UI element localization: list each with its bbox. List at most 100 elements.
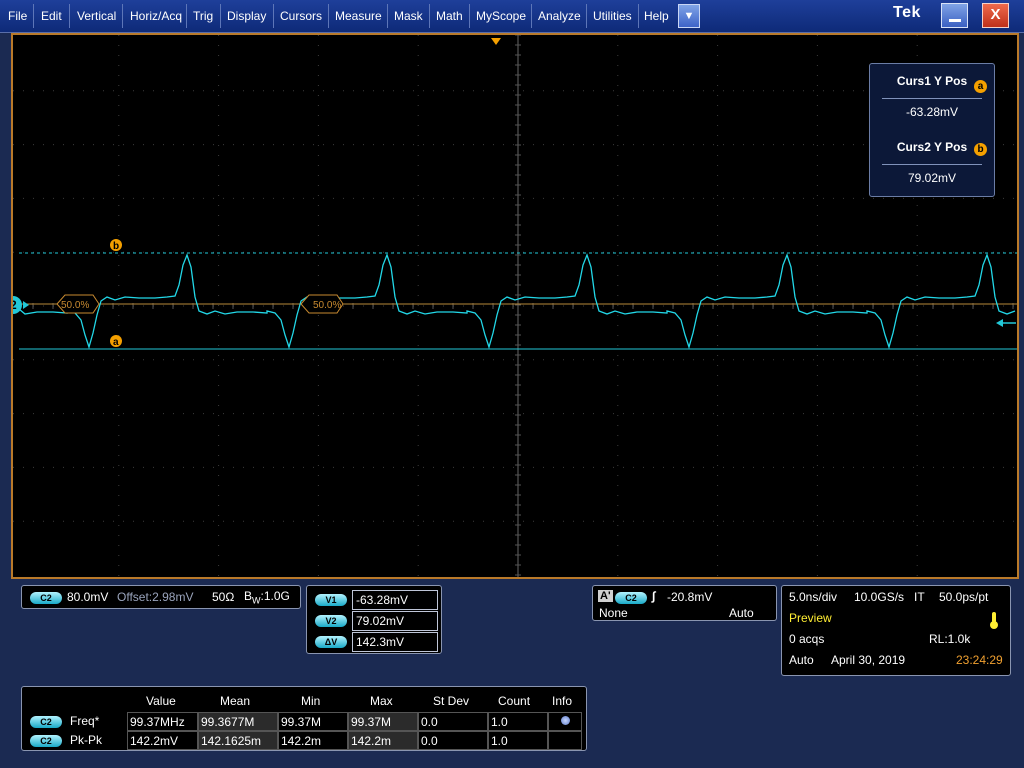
trigger-mode: Auto — [729, 606, 754, 620]
meas-freq-mean: 99.3677M — [198, 712, 278, 731]
meas-freq-info[interactable] — [548, 712, 582, 731]
header-value: Value — [146, 694, 176, 708]
meas-freq-min: 99.37M — [278, 712, 348, 731]
meas-freq-max: 99.37M — [348, 712, 418, 731]
menu-separator — [429, 4, 430, 28]
menu-mask[interactable]: Mask — [389, 0, 428, 32]
channel2-arrow-icon — [23, 301, 29, 309]
timebase[interactable]: 5.0ns/div — [789, 590, 837, 604]
curs2-divider — [882, 164, 982, 165]
trigger-a-label: A' — [598, 590, 613, 602]
bandwidth-value: :1.0G — [260, 589, 290, 603]
channel2-marker-label: 2 — [13, 298, 17, 312]
curs2-value: 79.02mV — [907, 171, 957, 185]
resolution: 50.0ps/pt — [939, 590, 989, 604]
meas-pkpk-value: 142.2mV — [127, 731, 198, 750]
channel-impedance[interactable]: 50Ω — [212, 590, 234, 604]
curs1-value: -63.28mV — [905, 105, 959, 119]
tek-logo: Tek — [893, 4, 921, 21]
meas-row-name[interactable]: Pk-Pk — [70, 733, 102, 747]
measurements-panel[interactable]: Value Mean Min Max St Dev Count Info C2 … — [21, 686, 587, 751]
menu-dropdown-button[interactable]: ▼ — [678, 4, 700, 28]
menu-utilities[interactable]: Utilities — [588, 0, 637, 32]
ref-level-tag-2-label: 50.0% — [313, 300, 341, 311]
chevron-down-icon: ▼ — [683, 10, 695, 22]
trigger-coupling: None — [599, 606, 628, 620]
menu-file[interactable]: File — [3, 0, 32, 32]
cursor-panel[interactable]: V1 -63.28mV V2 79.02mV ΔV 142.3mV — [306, 585, 442, 654]
curs2-badge: b — [974, 143, 987, 156]
menu-math[interactable]: Math — [431, 0, 468, 32]
trigger-level-arrow-icon[interactable] — [996, 319, 1003, 327]
cursor-b-badge-label: b — [113, 241, 119, 252]
bandwidth-sub: W — [252, 595, 261, 606]
meas-freq-value: 99.37MHz — [127, 712, 198, 731]
header-count: Count — [498, 694, 531, 708]
channel2-waveform — [18, 253, 1016, 350]
channel-offset[interactable]: Offset:2.98mV — [117, 590, 193, 604]
record-length[interactable]: RL:1.0k — [929, 632, 970, 646]
menu-separator — [469, 4, 470, 28]
time: 23:24:29 — [956, 653, 1003, 667]
meas-row-name[interactable]: Freq* — [70, 714, 99, 728]
acq-count: 0 acqs — [789, 632, 825, 646]
date: April 30, 2019 — [831, 653, 906, 667]
menu-separator — [186, 4, 187, 28]
graticule: 2 50.0% 50.0% b a — [13, 35, 1017, 577]
v1-badge: V1 — [315, 594, 347, 606]
meas-pkpk-min: 142.2m — [278, 731, 348, 750]
header-mean: Mean — [220, 694, 251, 708]
menu-separator — [586, 4, 587, 28]
menu-help[interactable]: Help — [639, 0, 674, 32]
menu-horiz-acq[interactable]: Horiz/Acq — [125, 0, 187, 32]
menu-separator — [220, 4, 221, 28]
trigger-panel[interactable]: A' C2 ∫ -20.8mV None Auto — [592, 585, 777, 621]
menu-separator — [328, 4, 329, 28]
header-info: Info — [552, 694, 573, 708]
acq-state: Preview — [789, 611, 832, 625]
menu-myscope[interactable]: MyScope — [471, 0, 531, 32]
waveform-display[interactable]: 2 50.0% 50.0% b a — [11, 33, 1019, 579]
channel-badge[interactable]: C2 — [30, 592, 62, 604]
menu-measure[interactable]: Measure — [330, 0, 387, 32]
close-button[interactable]: X — [982, 3, 1009, 28]
v1-value: -63.28mV — [352, 590, 438, 610]
rising-edge-icon: ∫ — [652, 589, 656, 603]
header-max: Max — [370, 694, 393, 708]
delta-v-badge: ΔV — [315, 636, 347, 648]
header-min: Min — [301, 694, 321, 708]
menu-separator — [69, 4, 70, 28]
minimize-button[interactable] — [941, 3, 968, 28]
channel-scale[interactable]: 80.0mV — [67, 590, 108, 604]
acq-mode: IT — [914, 590, 925, 604]
channel-panel[interactable]: C2 80.0mV Offset:2.98mV 50Ω BW:1.0G — [21, 585, 301, 609]
trigger-level[interactable]: -20.8mV — [667, 590, 712, 604]
cursor-readout-box[interactable]: Curs1 Y Pos a -63.28mV Curs2 Y Pos b 79.… — [869, 63, 995, 197]
sample-rate[interactable]: 10.0GS/s — [854, 590, 904, 604]
menu-separator — [387, 4, 388, 28]
info-icon — [561, 716, 570, 725]
v2-badge: V2 — [315, 615, 347, 627]
bandwidth-prefix: B — [244, 589, 253, 603]
menu-separator — [273, 4, 274, 28]
menu-separator — [122, 4, 123, 28]
menu-edit[interactable]: Edit — [36, 0, 67, 32]
ref-level-tag-1-label: 50.0% — [61, 300, 89, 311]
menu-vertical[interactable]: Vertical — [72, 0, 121, 32]
meas-freq-count: 1.0 — [488, 712, 548, 731]
close-icon: X — [990, 6, 1001, 23]
trigger-source-badge: C2 — [615, 592, 647, 604]
menu-separator — [531, 4, 532, 28]
menu-trig[interactable]: Trig — [188, 0, 218, 32]
menu-analyze[interactable]: Analyze — [533, 0, 586, 32]
curs1-divider — [882, 98, 982, 99]
meas-pkpk-info[interactable] — [548, 731, 582, 750]
delta-v-value: 142.3mV — [352, 632, 438, 652]
horizontal-panel[interactable]: 5.0ns/div 10.0GS/s IT 50.0ps/pt Preview … — [781, 585, 1011, 676]
trigger-position-marker[interactable] — [491, 38, 501, 45]
v2-value: 79.02mV — [352, 611, 438, 631]
menu-cursors[interactable]: Cursors — [275, 0, 327, 32]
bandwidth-label[interactable]: BW:1.0G — [244, 589, 290, 605]
menu-display[interactable]: Display — [222, 0, 271, 32]
menu-bar: File Edit Vertical Horiz/Acq Trig Displa… — [0, 0, 1024, 33]
